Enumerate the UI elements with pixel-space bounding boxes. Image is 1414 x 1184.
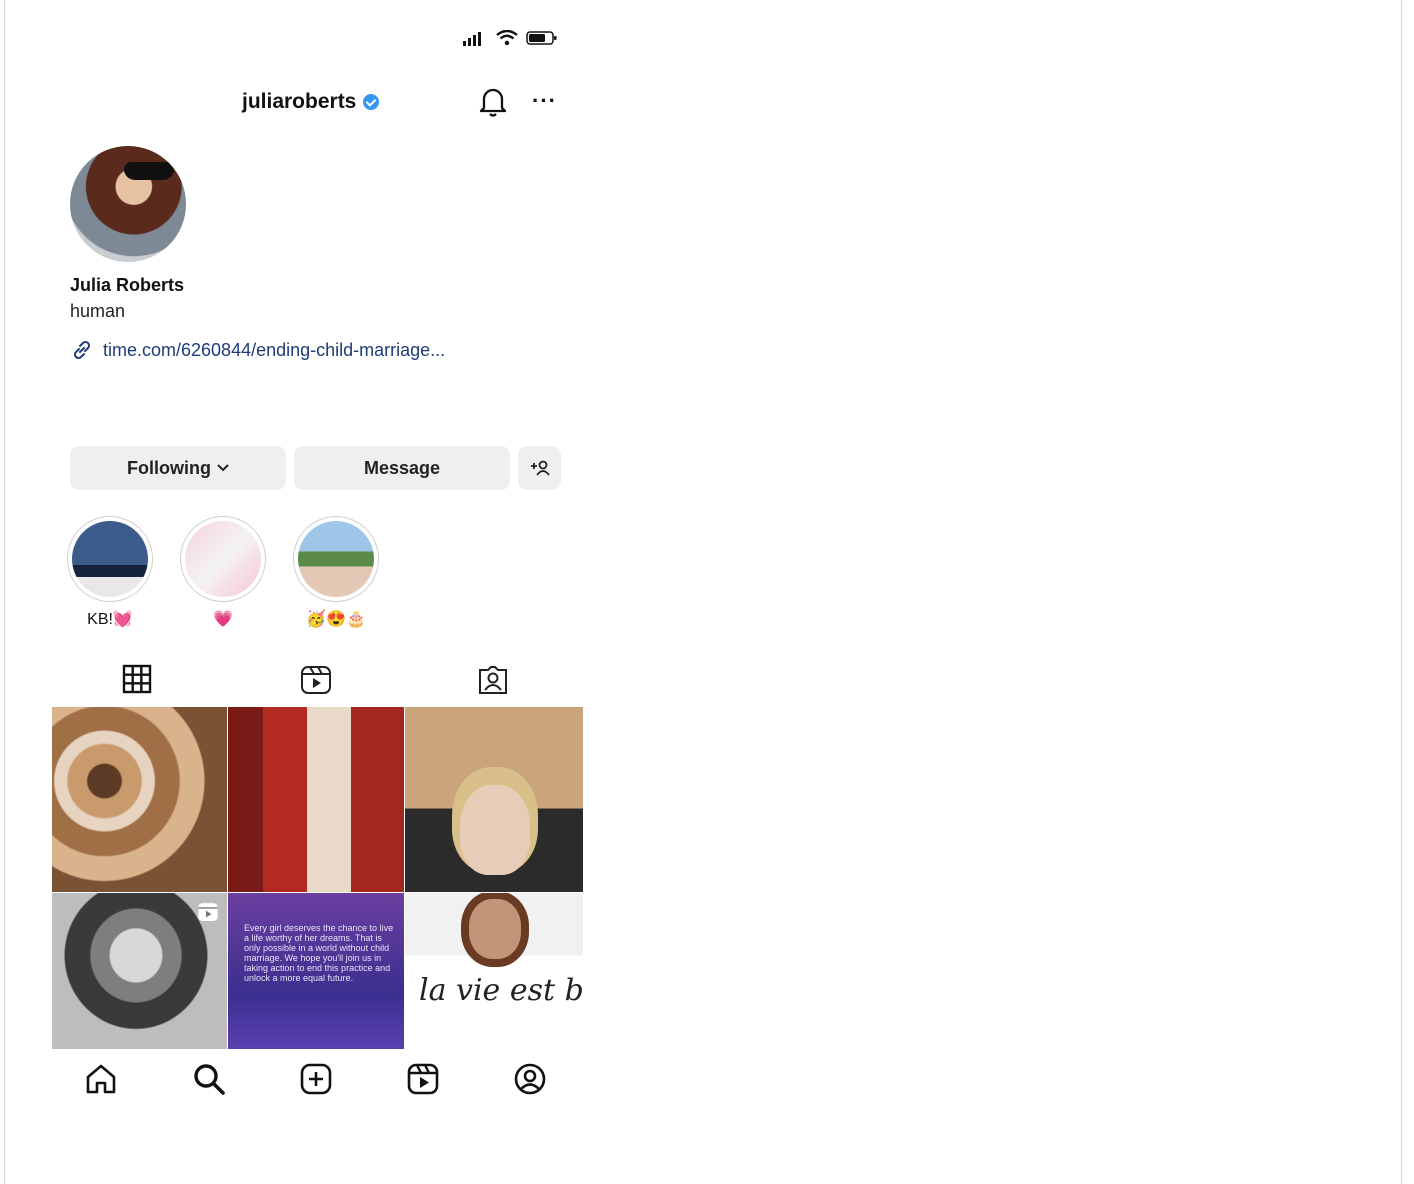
grid-icon: [122, 664, 152, 694]
home-icon[interactable]: [84, 1062, 118, 1101]
highlight-label: 💗: [213, 611, 233, 628]
highlight-ring: [293, 516, 379, 602]
reels-icon[interactable]: [406, 1062, 440, 1101]
post-thumbnail[interactable]: [52, 893, 227, 1049]
highlight-cover: [185, 521, 261, 597]
tab-grid[interactable]: [122, 664, 152, 699]
message-button[interactable]: Message: [294, 446, 510, 490]
wifi-icon: [496, 30, 518, 46]
bio-link[interactable]: time.com/6260844/ending-child-marriage..…: [70, 338, 445, 362]
avatar[interactable]: [70, 146, 186, 262]
full-name: Julia Roberts: [70, 275, 185, 295]
signal-bars-icon: [463, 32, 481, 46]
tagged-icon: [479, 666, 507, 694]
highlight-label: 🥳😍🎂: [306, 611, 366, 628]
add-person-button[interactable]: [518, 446, 561, 490]
status-bar: [462, 30, 558, 46]
more-options-icon[interactable]: ···: [532, 88, 557, 114]
highlight-cover: [298, 521, 374, 597]
profile-icon[interactable]: [513, 1062, 547, 1101]
highlight-cover: [72, 521, 148, 597]
message-label: Message: [363, 457, 441, 478]
add-person-icon: [530, 460, 550, 476]
bottom-nav: [52, 1060, 583, 1104]
search-icon[interactable]: [192, 1062, 226, 1101]
highlight-label: KB!💓: [87, 611, 133, 628]
chevron-down-icon: [217, 461, 229, 475]
avatar-sunglasses: [124, 162, 174, 180]
highlight-ring: [180, 516, 266, 602]
tab-reels[interactable]: [300, 664, 332, 701]
verified-badge-icon: [363, 94, 380, 110]
reels-icon: [301, 666, 331, 694]
tab-tagged[interactable]: [477, 664, 509, 701]
post-thumbnail[interactable]: la vie est belle: [405, 893, 583, 1049]
bio-text: human: [70, 301, 126, 321]
post-script-text: la vie est belle: [419, 973, 583, 1008]
frame-border-left: [4, 0, 5, 1184]
bio-link-text: time.com/6260844/ending-child-marriage..…: [103, 339, 446, 360]
reels-badge-icon: [197, 901, 219, 928]
post-thumbnail[interactable]: [405, 707, 583, 892]
bell-icon[interactable]: [478, 84, 508, 123]
posts-grid: Every girl deserves the chance to live a…: [52, 707, 583, 1049]
username-text: juliaroberts: [242, 90, 357, 113]
profile-tabs: [52, 660, 583, 700]
username-title: juliaroberts: [242, 90, 380, 114]
story-highlight[interactable]: KB!💓: [66, 516, 154, 629]
profile-header: juliaroberts ···: [52, 82, 583, 122]
story-highlight[interactable]: 🥳😍🎂: [292, 516, 380, 629]
post-thumbnail[interactable]: [52, 707, 227, 892]
frame-border-right: [1401, 0, 1402, 1184]
post-quote-text: Every girl deserves the chance to live a…: [244, 923, 394, 983]
post-thumbnail[interactable]: [228, 707, 404, 892]
following-button[interactable]: Following: [70, 446, 286, 490]
following-label: Following: [127, 457, 211, 478]
phone-screen: juliaroberts ··· Julia Roberts human tim…: [52, 0, 583, 1184]
highlight-ring: [67, 516, 153, 602]
battery-icon: [526, 31, 557, 45]
new-post-icon[interactable]: [299, 1062, 333, 1101]
story-highlight[interactable]: 💗: [179, 516, 267, 629]
post-thumbnail[interactable]: Every girl deserves the chance to live a…: [228, 893, 404, 1049]
link-icon: [73, 340, 91, 360]
